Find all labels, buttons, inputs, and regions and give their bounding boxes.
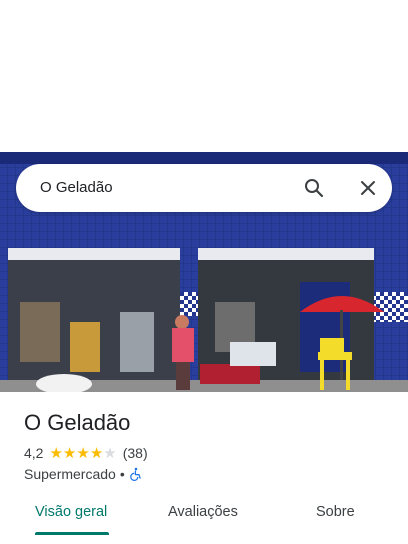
star-full-icon: ★ — [49, 444, 63, 462]
rating-row[interactable]: 4,2 ★ ★ ★ ★ ★ (38) — [24, 444, 148, 462]
separator: • — [119, 466, 125, 482]
star-full-icon: ★ — [89, 444, 104, 462]
close-icon[interactable] — [356, 176, 380, 200]
star-rating: ★ ★ ★ ★ ★ — [49, 446, 116, 461]
tab-visao-geral[interactable]: Visão geral — [35, 504, 107, 520]
place-title: O Geladão — [24, 410, 131, 435]
rating-value: 4,2 — [24, 445, 44, 461]
tab-sobre[interactable]: Sobre — [316, 504, 355, 520]
place-tabs: Visão geral Avaliações Sobre — [0, 494, 408, 536]
category-row: Supermercado • — [24, 466, 143, 482]
category-label: Supermercado — [24, 466, 116, 482]
active-tab-indicator — [35, 532, 109, 535]
wheelchair-icon — [129, 467, 143, 481]
search-icon[interactable] — [302, 176, 326, 200]
star-empty-icon: ★ — [103, 444, 117, 462]
tab-avaliacoes[interactable]: Avaliações — [168, 504, 238, 520]
search-bar[interactable]: O Geladão — [16, 164, 392, 212]
star-full-icon: ★ — [62, 444, 77, 462]
search-query[interactable]: O Geladão — [40, 179, 113, 196]
review-count[interactable]: (38) — [123, 445, 148, 461]
star-full-icon: ★ — [76, 444, 90, 462]
